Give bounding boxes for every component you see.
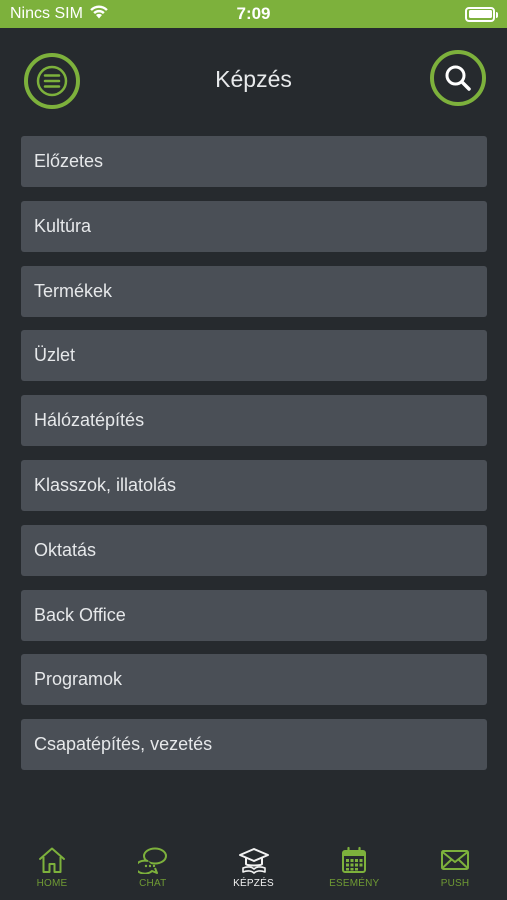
- list-item-uzlet[interactable]: Üzlet: [21, 330, 487, 382]
- search-icon: [445, 65, 471, 91]
- list-item-label: Előzetes: [34, 151, 104, 171]
- tab-label: KÉPZÉS: [233, 878, 274, 889]
- list-item-programok[interactable]: Programok: [21, 654, 487, 706]
- list-item-label: Üzlet: [34, 345, 76, 366]
- category-list: Előzetes Kultúra Termékek Üzlet Hálózaté…: [21, 136, 487, 784]
- status-left: Nincs SIM: [10, 4, 109, 24]
- tab-home[interactable]: HOME: [18, 840, 86, 900]
- tab-chat[interactable]: CHAT: [119, 840, 187, 900]
- list-item-termekek[interactable]: Termékek: [21, 265, 487, 317]
- carrier-label: Nincs SIM: [10, 5, 83, 22]
- list-item-back-office[interactable]: Back Office: [21, 589, 487, 641]
- envelope-icon: [440, 846, 470, 874]
- list-item-klasszok[interactable]: Klasszok, illatolás: [21, 459, 487, 511]
- list-item-label: Kultúra: [34, 215, 92, 236]
- tab-label: ESEMÉNY: [329, 878, 380, 889]
- graduation-cap-icon: [238, 846, 270, 874]
- battery-icon: [465, 6, 498, 22]
- header: Képzés: [0, 28, 507, 134]
- list-item-label: Csapatépítés, vezetés: [34, 734, 213, 755]
- tab-bar: HOME CHAT KÉPZÉS ESEMÉNY PUSH: [0, 840, 507, 900]
- list-item-label: Programok: [34, 669, 123, 690]
- tab-esemeny[interactable]: ESEMÉNY: [320, 840, 388, 900]
- tab-push[interactable]: PUSH: [421, 840, 489, 900]
- list-item-elozetes[interactable]: Előzetes: [21, 136, 487, 187]
- home-icon: [37, 846, 67, 874]
- list-item-kultura[interactable]: Kultúra: [21, 200, 487, 252]
- calendar-icon: [340, 846, 368, 874]
- list-item-label: Back Office: [34, 604, 126, 625]
- list-item-csapatepites[interactable]: Csapatépítés, vezetés: [21, 719, 487, 771]
- list-item-halozatepites[interactable]: Hálózatépítés: [21, 395, 487, 447]
- wifi-icon: [89, 4, 109, 24]
- tab-kepzes[interactable]: KÉPZÉS: [220, 840, 288, 900]
- list-item-label: Hálózatépítés: [34, 410, 145, 431]
- tab-label: HOME: [36, 878, 68, 889]
- chat-icon: [137, 846, 168, 874]
- list-item-label: Termékek: [34, 280, 113, 301]
- list-item-label: Oktatás: [34, 539, 97, 560]
- status-bar: Nincs SIM 7:09: [0, 0, 507, 28]
- tab-label: PUSH: [440, 878, 470, 889]
- search-button[interactable]: [430, 50, 486, 106]
- list-item-label: Klasszok, illatolás: [34, 474, 177, 495]
- list-item-oktatas[interactable]: Oktatás: [21, 524, 487, 576]
- tab-label: CHAT: [139, 878, 167, 889]
